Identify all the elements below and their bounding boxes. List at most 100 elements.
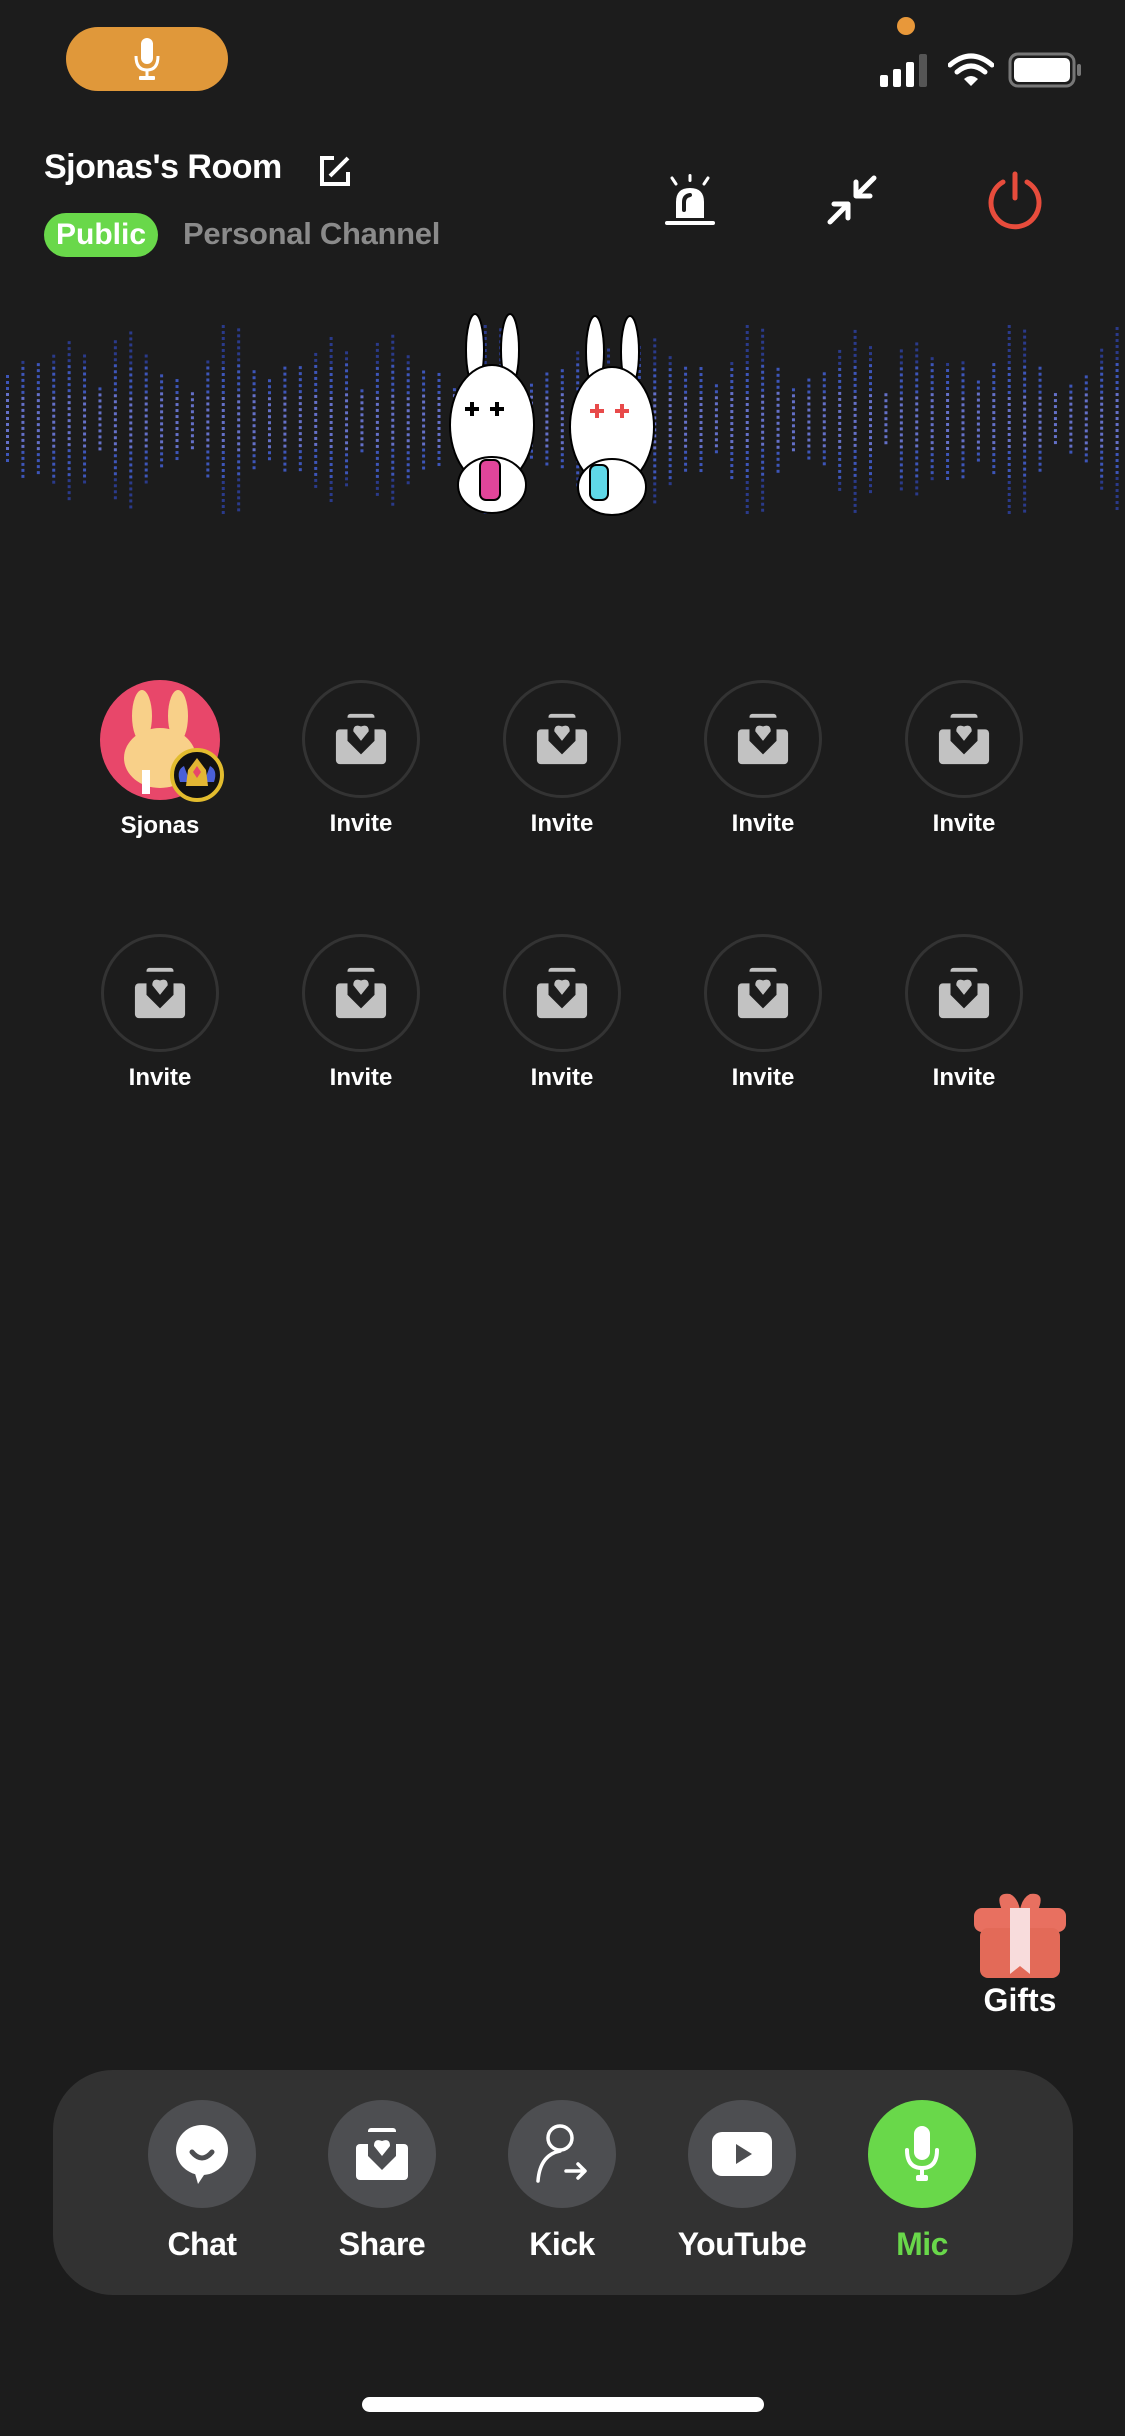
channel-label: Personal Channel xyxy=(183,216,441,251)
edit-icon xyxy=(320,156,350,186)
envelope-heart-icon xyxy=(134,967,186,1019)
visualizer-bar xyxy=(791,388,795,452)
invite-circle xyxy=(905,934,1023,1052)
battery-icon xyxy=(1008,52,1081,88)
power-icon xyxy=(988,171,1042,230)
youtube-icon xyxy=(712,2132,772,2176)
chat-button-circle xyxy=(148,2100,256,2208)
seat-label: Invite xyxy=(731,1064,795,1091)
envelope-heart-icon xyxy=(938,967,990,1019)
seat-invite[interactable]: Invite xyxy=(884,680,1044,838)
invite-circle xyxy=(905,680,1023,798)
visualizer-bar xyxy=(961,361,965,479)
youtube-button[interactable]: YouTube xyxy=(672,2100,812,2263)
visualizer-bar xyxy=(1038,366,1042,472)
seat-label: Invite xyxy=(128,1064,192,1091)
visualizer-bar xyxy=(113,340,117,500)
kick-button-circle xyxy=(508,2100,616,2208)
invite-circle xyxy=(503,934,621,1052)
visualizer-bar xyxy=(160,374,164,468)
seat-invite[interactable]: Invite xyxy=(482,934,642,1092)
visualizer-bar xyxy=(144,354,148,484)
gift-icon xyxy=(974,1893,1066,1978)
seat-invite[interactable]: Invite xyxy=(683,934,843,1092)
visualizer-bar xyxy=(6,375,9,462)
invite-circle xyxy=(503,680,621,798)
visualizer-bar xyxy=(899,349,903,491)
seat-invite[interactable]: Invite xyxy=(482,680,642,838)
minimize-button[interactable] xyxy=(817,165,887,235)
visualizer-bar xyxy=(1023,329,1027,513)
gifts-button[interactable]: Gifts xyxy=(968,1888,1072,2019)
seat-label: Invite xyxy=(530,1064,594,1091)
wifi-icon xyxy=(948,53,994,86)
right-bunny xyxy=(569,315,655,516)
envelope-heart-icon xyxy=(356,2128,408,2180)
seat-invite[interactable]: Invite xyxy=(884,934,1044,1092)
left-bunny xyxy=(449,313,535,514)
visualizer-bar xyxy=(869,346,873,494)
visualizer-bar xyxy=(915,342,919,496)
visualizer-bar xyxy=(221,325,225,514)
visualizer-bar xyxy=(314,352,318,488)
visualizer-bar xyxy=(730,362,734,480)
visualizer-bar xyxy=(391,334,395,506)
visualizer-bar xyxy=(406,355,410,485)
seat-occupied[interactable]: Sjonas xyxy=(80,680,240,840)
status-icons xyxy=(880,52,1082,88)
alarm-button[interactable] xyxy=(655,165,725,235)
privacy-indicator-dot xyxy=(897,17,915,35)
visualizer-bar xyxy=(776,367,780,473)
visualizer-bar xyxy=(360,389,364,453)
visualizer-bar xyxy=(807,378,811,460)
visualizer-bar xyxy=(714,384,718,454)
home-indicator[interactable] xyxy=(362,2397,764,2412)
visualizer-bar xyxy=(853,329,857,513)
visualizer-bar xyxy=(699,367,703,473)
visualizer-bar xyxy=(1053,393,1057,445)
visualizer-bar xyxy=(52,354,56,484)
seat-label: Invite xyxy=(329,1064,393,1091)
visualizer-bar xyxy=(329,337,333,503)
share-button-circle xyxy=(328,2100,436,2208)
seat-invite[interactable]: Invite xyxy=(281,680,441,838)
visualizer-bar xyxy=(98,387,102,451)
visualizer-bar xyxy=(67,341,71,501)
seat-label: Invite xyxy=(932,1064,996,1091)
visualizer-bar xyxy=(1007,325,1011,514)
mic-button-circle xyxy=(868,2100,976,2208)
chat-button[interactable]: Chat xyxy=(132,2100,272,2263)
active-mic-indicator[interactable] xyxy=(66,27,228,91)
visualizer-bar xyxy=(175,379,179,461)
cellular-signal-icon xyxy=(880,54,927,87)
bottom-toolbar: Chat Share Kick YouTube Mic xyxy=(53,2070,1073,2295)
leave-room-button[interactable] xyxy=(980,165,1050,235)
visualizer-bar xyxy=(976,380,980,462)
visibility-badge[interactable]: Public xyxy=(44,213,159,257)
envelope-heart-icon xyxy=(938,713,990,765)
visualizer-bar xyxy=(946,362,950,480)
invite-circle xyxy=(101,934,219,1052)
crown-badge-icon xyxy=(170,748,224,802)
visualizer-bar xyxy=(190,392,194,450)
mic-button[interactable]: Mic xyxy=(852,2100,992,2263)
visualizer-bar xyxy=(345,351,349,487)
youtube-label: YouTube xyxy=(677,2226,807,2262)
envelope-heart-icon xyxy=(536,967,588,1019)
chat-label: Chat xyxy=(167,2226,237,2262)
share-button[interactable]: Share xyxy=(312,2100,452,2263)
seat-invite[interactable]: Invite xyxy=(80,934,240,1092)
visualizer-bar xyxy=(1069,384,1073,454)
seat-invite[interactable]: Invite xyxy=(281,934,441,1092)
seat-invite[interactable]: Invite xyxy=(683,680,843,838)
share-label: Share xyxy=(338,2226,426,2262)
kick-button[interactable]: Kick xyxy=(492,2100,632,2263)
visualizer-bar xyxy=(298,366,302,472)
minimize-arrows-icon xyxy=(827,175,877,225)
edit-room-button[interactable] xyxy=(318,154,352,193)
siren-icon xyxy=(665,174,715,225)
youtube-button-circle xyxy=(688,2100,796,2208)
invite-circle xyxy=(704,680,822,798)
visualizer-bar xyxy=(83,354,87,484)
visualizer-bar xyxy=(252,370,256,470)
